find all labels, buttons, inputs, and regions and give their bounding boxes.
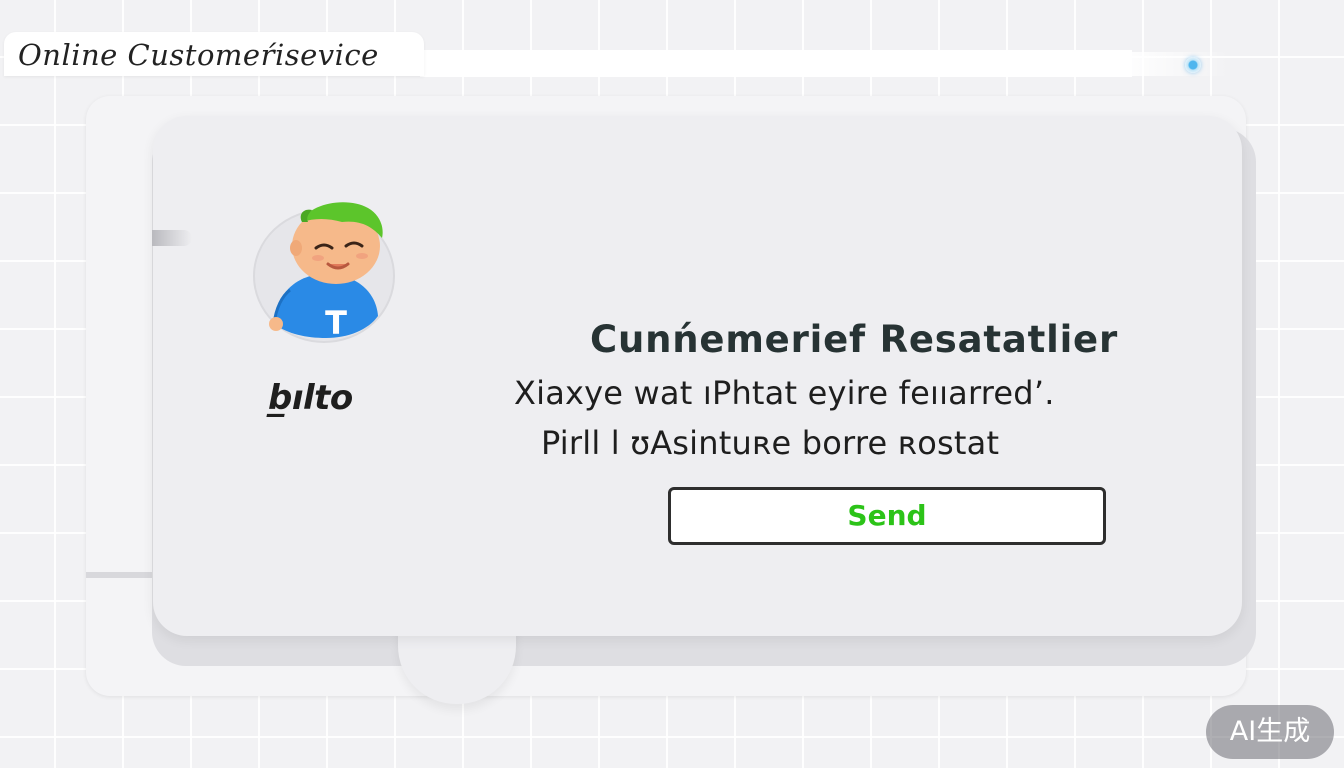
backdrop-divider [86,572,156,578]
title-bar [420,50,1132,77]
send-button[interactable]: Send [668,487,1106,545]
online-status-icon [1185,57,1201,73]
message-line-2: Pirll l ʊAsintuʀe borre ʀostat [541,424,1000,462]
window-title: Online Customeŕisevice [18,38,379,72]
message-heading: Cunńemerief Resatatlier [590,318,1118,361]
window-title-tab: Online Customeŕisevice [4,32,424,76]
ai-generated-watermark: AI生成 [1206,705,1334,759]
agent-name: b̲ılto [268,378,353,418]
title-bar-fade [1130,52,1230,76]
message-line-1: Xiaxye wat ıPhtat eyire feııarred’. [514,374,1055,412]
card-side-handle [152,230,192,246]
